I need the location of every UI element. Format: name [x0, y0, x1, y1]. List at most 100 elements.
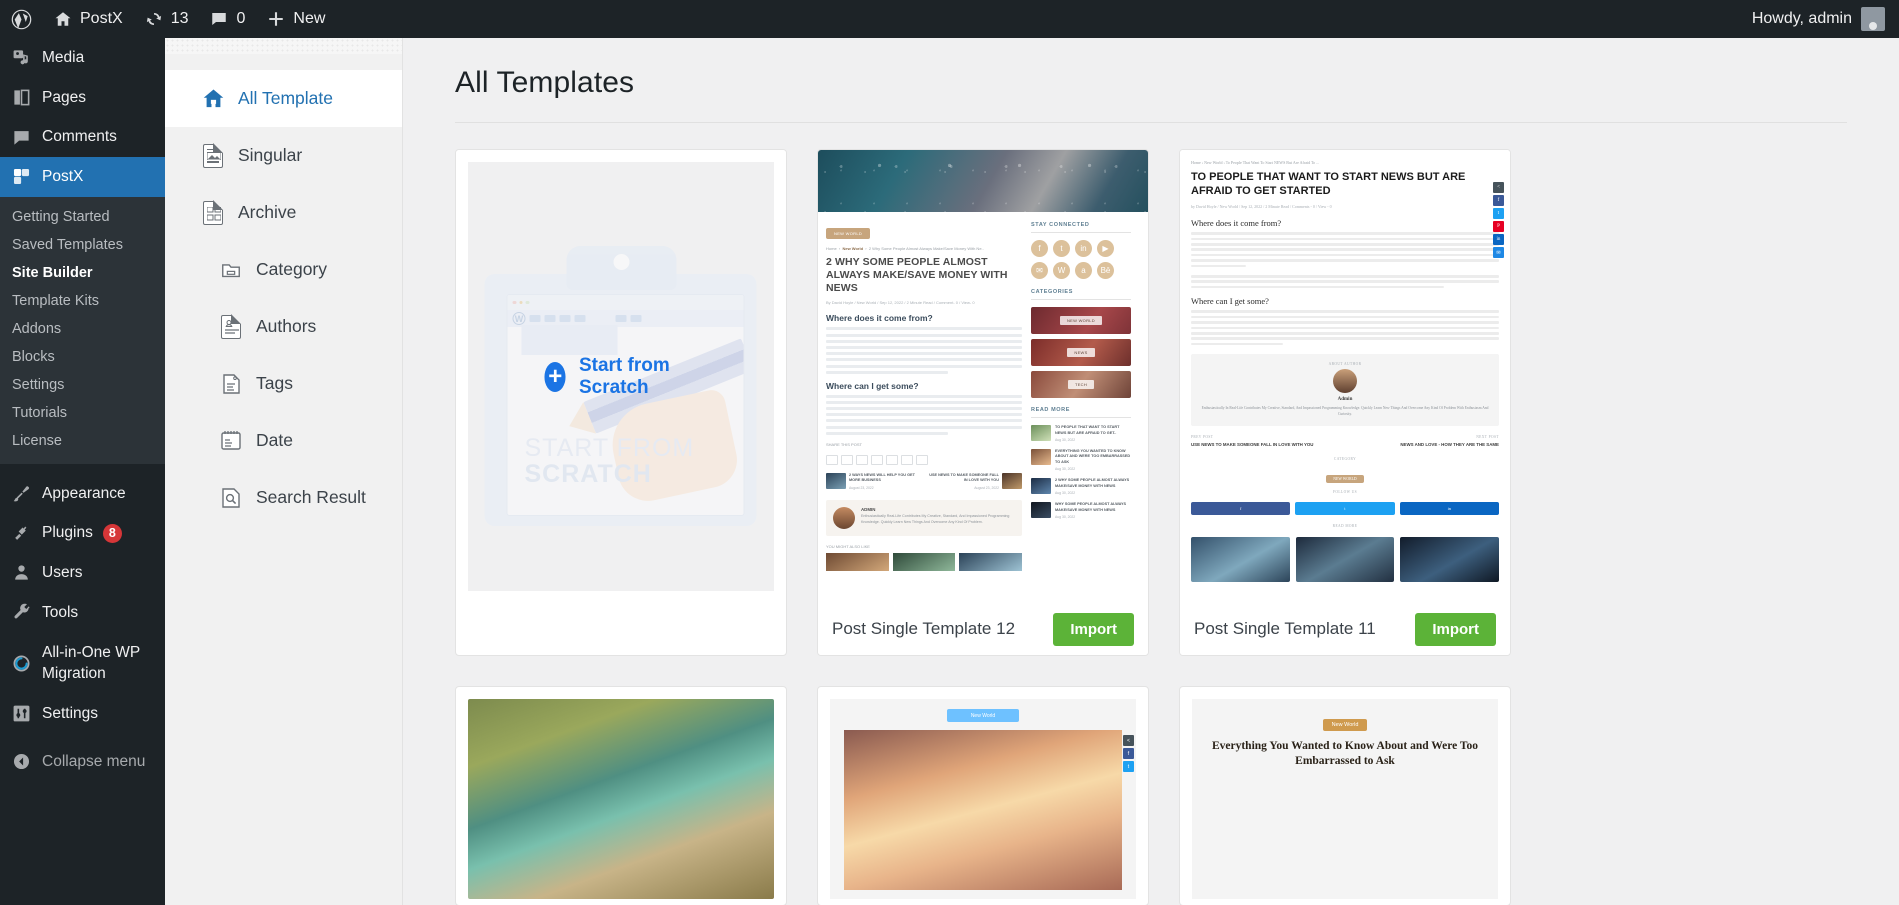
pinterest-icon: P — [1493, 221, 1504, 232]
youtube-icon: ▶ — [1097, 240, 1114, 257]
page-title: All Templates — [455, 66, 635, 99]
start-from-scratch-label: Start from Scratch — [578, 354, 670, 398]
plus-icon — [267, 10, 285, 28]
wordpress-logo-button[interactable] — [0, 0, 43, 38]
preview-sidebar-stay-connected: STAY CONNECTED — [1031, 222, 1131, 233]
sidebar-item-postx[interactable]: PostX — [0, 157, 165, 197]
template-name: Post Single Template 11 — [1194, 619, 1376, 638]
start-from-scratch-card[interactable]: W START FROM SCRATCH + Start from Scratc… — [455, 149, 787, 656]
submenu-template-kits[interactable]: Template Kits — [0, 287, 165, 315]
submenu-license[interactable]: License — [0, 427, 165, 455]
start-from-scratch-button[interactable]: + Start from Scratch — [544, 354, 698, 399]
wordpress-icon: W — [1053, 262, 1070, 279]
preview-author-name: ADMIN — [861, 506, 876, 512]
type-item-label: Authors — [256, 316, 317, 336]
submenu-saved-templates[interactable]: Saved Templates — [0, 231, 165, 259]
submenu-tutorials[interactable]: Tutorials — [0, 399, 165, 427]
preview-you-might-like: YOU MIGHT ALSO LIKE — [826, 543, 870, 549]
behance-icon: Bē — [1097, 262, 1114, 279]
type-item-label: Singular — [238, 145, 303, 165]
sidebar-item-tools[interactable]: Tools — [0, 593, 165, 633]
menu-divider — [0, 464, 165, 474]
type-item-all-template[interactable]: All Template — [165, 70, 402, 127]
scratch-illustration-area: W START FROM SCRATCH + Start from Scratc… — [468, 162, 774, 591]
panel-top-strip — [165, 38, 402, 54]
submenu-blocks[interactable]: Blocks — [0, 343, 165, 371]
updates-button[interactable]: 13 — [134, 0, 200, 38]
sidebar-item-comments[interactable]: Comments — [0, 117, 165, 157]
templates-grid: W START FROM SCRATCH + Start from Scratc… — [403, 123, 1899, 656]
preview-category-chip: New World — [1322, 719, 1368, 731]
submenu-settings[interactable]: Settings — [0, 371, 165, 399]
sidebar-item-label: Settings — [42, 704, 99, 722]
sidebar-item-appearance[interactable]: Appearance — [0, 474, 165, 514]
type-item-authors[interactable]: Authors — [165, 298, 402, 355]
type-item-singular[interactable]: Singular — [165, 127, 402, 184]
submenu-addons[interactable]: Addons — [0, 315, 165, 343]
template-preview-thumbnail — [468, 699, 774, 899]
linkedin-icon: in — [1399, 501, 1499, 515]
submenu-site-builder[interactable]: Site Builder — [0, 259, 165, 287]
type-item-label: All Template — [238, 88, 334, 108]
preview-author-box: ABOUT AUTHOR Admin Enthusiastically In R… — [1191, 354, 1499, 426]
template-card[interactable]: NEW WORLD Home › New World › 2 Why Some … — [817, 149, 1149, 656]
import-button[interactable]: Import — [1415, 612, 1496, 646]
type-item-label: Tags — [256, 373, 293, 393]
template-preview-11: Home › New World › To People That Want T… — [1180, 150, 1510, 603]
twitter-icon: t — [1295, 501, 1395, 515]
template-card[interactable] — [455, 686, 787, 905]
submenu-getting-started[interactable]: Getting Started — [0, 203, 165, 231]
preview-category-chip: NEW WORLD — [826, 228, 871, 239]
sidebar-item-label: Comments — [42, 128, 117, 146]
template-preview-12: NEW WORLD Home › New World › 2 Why Some … — [818, 150, 1148, 603]
type-item-date[interactable]: Date — [165, 412, 402, 469]
template-card[interactable]: Home › New World › To People That Want T… — [1179, 149, 1511, 656]
scratch-art-line1: START FROM — [524, 433, 695, 462]
new-button[interactable]: New — [256, 0, 336, 38]
linkedin-icon: in — [1493, 234, 1504, 245]
preview-subhead-2: Where can I get some? — [826, 380, 919, 391]
wp-admin-menu: Media Pages Comments PostX Getting Start… — [0, 38, 165, 905]
preview-author-name: Admin — [1337, 397, 1353, 403]
updates-icon — [145, 10, 163, 28]
template-card[interactable]: New World < f t — [817, 686, 1149, 905]
howdy-label: Howdy, admin — [1751, 10, 1852, 27]
sidebar-item-settings[interactable]: Settings — [0, 694, 165, 734]
type-item-category[interactable]: Category — [165, 241, 402, 298]
type-item-search-result[interactable]: Search Result — [165, 469, 402, 526]
twitter-icon: t — [1123, 761, 1134, 772]
sidebar-item-label: Appearance — [42, 484, 126, 502]
preview-sidebar-read-more: READ MORE — [1031, 407, 1131, 418]
preview-post-title: 2 WAYS NEWS WILL HELP YOU GET MORE BUSIN… — [849, 472, 915, 483]
type-item-label: Category — [256, 259, 328, 279]
home-icon — [201, 86, 225, 112]
email-icon: ✉ — [1493, 247, 1504, 258]
type-item-tags[interactable]: Tags — [165, 355, 402, 412]
sidebar-item-label: PostX — [42, 168, 84, 186]
site-name-label: PostX — [80, 10, 123, 27]
collapse-menu-button[interactable]: Collapse menu — [0, 742, 165, 782]
template-preview-thumbnail: New World < f t — [830, 699, 1136, 899]
sidebar-item-all-in-one-wp-migration[interactable]: All-in-One WP Migration — [0, 633, 165, 694]
author-avatar — [1333, 369, 1357, 394]
sidebar-item-users[interactable]: Users — [0, 553, 165, 593]
sidebar-item-pages[interactable]: Pages — [0, 78, 165, 118]
sidebar-item-label: Pages — [42, 88, 86, 106]
preview-sidebar-categories: CATEGORIES — [1031, 289, 1131, 300]
type-item-archive[interactable]: Archive — [165, 184, 402, 241]
comments-button[interactable]: 0 — [199, 0, 256, 38]
folder-icon — [219, 257, 243, 283]
site-name-button[interactable]: PostX — [43, 0, 134, 38]
facebook-icon: f — [1123, 748, 1134, 759]
migration-icon — [10, 654, 32, 673]
howdy-menu[interactable]: Howdy, admin — [1752, 7, 1899, 31]
sidebar-item-plugins[interactable]: Plugins 8 — [0, 513, 165, 553]
import-button[interactable]: Import — [1053, 612, 1134, 646]
plugins-update-badge: 8 — [102, 523, 122, 543]
type-item-label: Date — [256, 430, 293, 450]
template-card[interactable]: New World Everything You Wanted to Know … — [1179, 686, 1511, 905]
home-icon — [54, 10, 72, 28]
postx-submenu: Getting Started Saved Templates Site Bui… — [0, 196, 165, 464]
sidebar-item-media[interactable]: Media — [0, 38, 165, 78]
preview-meta: by David Hoyle / New World / Sep 12, 202… — [1191, 204, 1332, 210]
